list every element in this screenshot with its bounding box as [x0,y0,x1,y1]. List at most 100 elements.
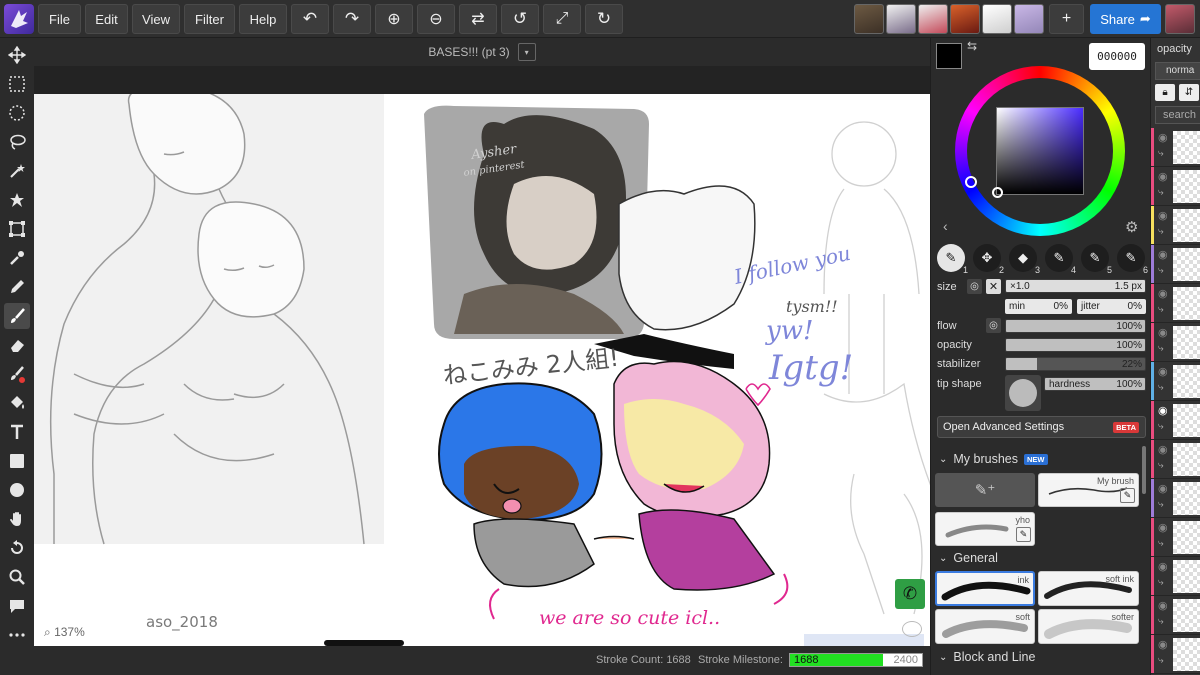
eye-icon[interactable]: ◉ [1158,599,1168,612]
layer-link-icon[interactable]: ⤷ [1158,616,1164,627]
rectangle-icon[interactable] [4,448,30,474]
size-lock-toggle[interactable]: ✕ [986,279,1001,294]
open-advanced-settings-button[interactable]: Open Advanced Settings BETA [937,416,1146,438]
size-slider[interactable]: ×1.0 1.5 px [1005,279,1146,293]
brush-slot-1[interactable]: ✎ 1 [937,244,968,275]
tip-shape-preview[interactable] [1005,375,1041,411]
rotate-view-icon[interactable] [4,535,30,561]
layer-row[interactable]: ◉ ⤷ [1151,596,1200,635]
edit-brush-icon[interactable]: ✎ [1120,488,1135,503]
user-avatar[interactable] [854,4,884,34]
eye-icon[interactable]: ◉ [1158,326,1168,339]
size-min-field[interactable]: min 0% [1005,299,1072,314]
eye-icon[interactable]: ◉ [1158,209,1168,222]
filter-menu[interactable]: Filter [184,4,235,34]
layer-search-input[interactable]: search [1155,106,1200,124]
layer-row[interactable]: ◉ ⤷ [1151,479,1200,518]
eye-icon[interactable]: ◉ [1158,560,1168,573]
file-menu[interactable]: File [38,4,81,34]
ellipse-icon[interactable] [4,477,30,503]
brush-tool-icon[interactable] [4,303,30,329]
lock-layer-icon[interactable]: 🔒︎ [1155,84,1175,101]
redo-icon[interactable]: ↷ [333,4,371,34]
eye-icon[interactable]: ◉ [1158,170,1168,183]
document-title[interactable]: BASES!!! (pt 3) [428,45,509,59]
more-tools-icon[interactable] [4,622,30,648]
user-avatar[interactable] [1014,4,1044,34]
voice-call-button[interactable]: ✆ [895,579,925,609]
share-button[interactable]: Share ➦ [1090,4,1161,34]
layer-link-icon[interactable]: ⤷ [1158,187,1164,198]
paint-bucket-icon[interactable] [4,390,30,416]
ellipse-select-icon[interactable] [4,100,30,126]
layer-row[interactable]: ◉ ⤷ [1151,440,1200,479]
layer-row[interactable]: ◉ ⤷ [1151,245,1200,284]
help-menu[interactable]: Help [239,4,287,34]
app-logo-icon[interactable] [4,4,34,34]
hardness-slider[interactable]: hardness 100% [1044,377,1146,391]
eye-icon[interactable]: ◉ [1158,443,1168,456]
layer-link-icon[interactable]: ⤷ [1158,304,1164,315]
user-avatar[interactable] [982,4,1012,34]
eye-icon[interactable]: ◉ [1158,482,1168,495]
eye-icon[interactable]: ◉ [1158,521,1168,534]
user-avatar[interactable] [950,4,980,34]
pressure-size-toggle[interactable]: ◎ [967,279,982,294]
hue-handle[interactable] [965,176,977,188]
layer-row[interactable]: ◉ ⤷ [1151,518,1200,557]
transform-icon[interactable] [4,216,30,242]
primary-color-swatch[interactable] [936,43,962,69]
zoom-indicator[interactable]: ⌕ 137% [42,624,87,641]
rotate-left-icon[interactable]: ↺ [501,4,539,34]
brush-slot-4[interactable]: ✎ 4 [1045,244,1076,275]
layer-link-icon[interactable]: ⤷ [1158,226,1164,237]
settings-gear-icon[interactable]: ⚙ [1125,218,1138,236]
comment-icon[interactable] [4,593,30,619]
shape-star-icon[interactable] [4,187,30,213]
layer-link-icon[interactable]: ⤷ [1158,499,1164,510]
zoom-tool-icon[interactable] [4,564,30,590]
layer-row[interactable]: ◉ ⤷ [1151,362,1200,401]
layer-link-icon[interactable]: ⤷ [1158,460,1164,471]
hex-color-field[interactable]: 000000 [1089,43,1145,70]
layer-options-icon[interactable]: ⇵ [1179,84,1199,101]
layer-row[interactable]: ◉ ⤷ [1151,128,1200,167]
block-and-line-header[interactable]: ⌄ Block and Line [939,650,1035,664]
layer-link-icon[interactable]: ⤷ [1158,343,1164,354]
edit-brush-icon[interactable]: ✎ [1016,527,1031,542]
my-brushes-header[interactable]: ⌄ My brushes NEW [939,452,1048,466]
brush-card-soft[interactable]: soft [935,609,1035,644]
eye-icon[interactable]: ◉ [1158,248,1168,261]
layer-row[interactable]: ◉ ⤷ [1151,167,1200,206]
add-user-button[interactable]: + [1049,4,1084,34]
brush-card-my-brush[interactable]: My brush ✎ [1038,473,1139,507]
swap-colors-icon[interactable]: ⇆ [967,39,977,53]
scrollbar-thumb[interactable] [1142,446,1146,494]
brush-card-soft-ink[interactable]: soft ink [1038,571,1139,606]
eye-icon[interactable]: ◉ [1158,131,1168,144]
eye-icon[interactable]: ◉ [1158,404,1168,417]
layer-link-icon[interactable]: ⤷ [1158,577,1164,588]
layer-link-icon[interactable]: ⤷ [1158,382,1164,393]
move-tool-icon[interactable] [4,42,30,68]
opacity-slider[interactable]: 100% [1005,338,1146,352]
blur-brush-icon[interactable] [4,361,30,387]
brush-slot-6[interactable]: ✎ 6 [1117,244,1148,275]
layer-link-icon[interactable]: ⤷ [1158,148,1164,159]
user-avatar[interactable] [886,4,916,34]
brush-slot-2[interactable]: ✥ 2 [973,244,1004,275]
layer-link-icon[interactable]: ⤷ [1158,655,1164,666]
brush-slot-3[interactable]: ◆ 3 [1009,244,1040,275]
layer-row[interactable]: ◉ ⤷ [1151,401,1200,440]
blend-mode-select[interactable]: norma [1155,62,1200,80]
layer-link-icon[interactable]: ⤷ [1158,538,1164,549]
chat-bubble-icon[interactable] [902,621,922,637]
eye-icon[interactable]: ◉ [1158,287,1168,300]
layer-link-icon[interactable]: ⤷ [1158,421,1164,432]
user-avatar[interactable] [918,4,948,34]
pressure-flow-toggle[interactable]: ◎ [986,318,1001,333]
zoom-in-icon[interactable]: ⊕ [375,4,413,34]
add-brush-button[interactable]: ✎⁺ [935,473,1035,507]
value-handle[interactable] [992,187,1003,198]
eye-icon[interactable]: ◉ [1158,638,1168,651]
